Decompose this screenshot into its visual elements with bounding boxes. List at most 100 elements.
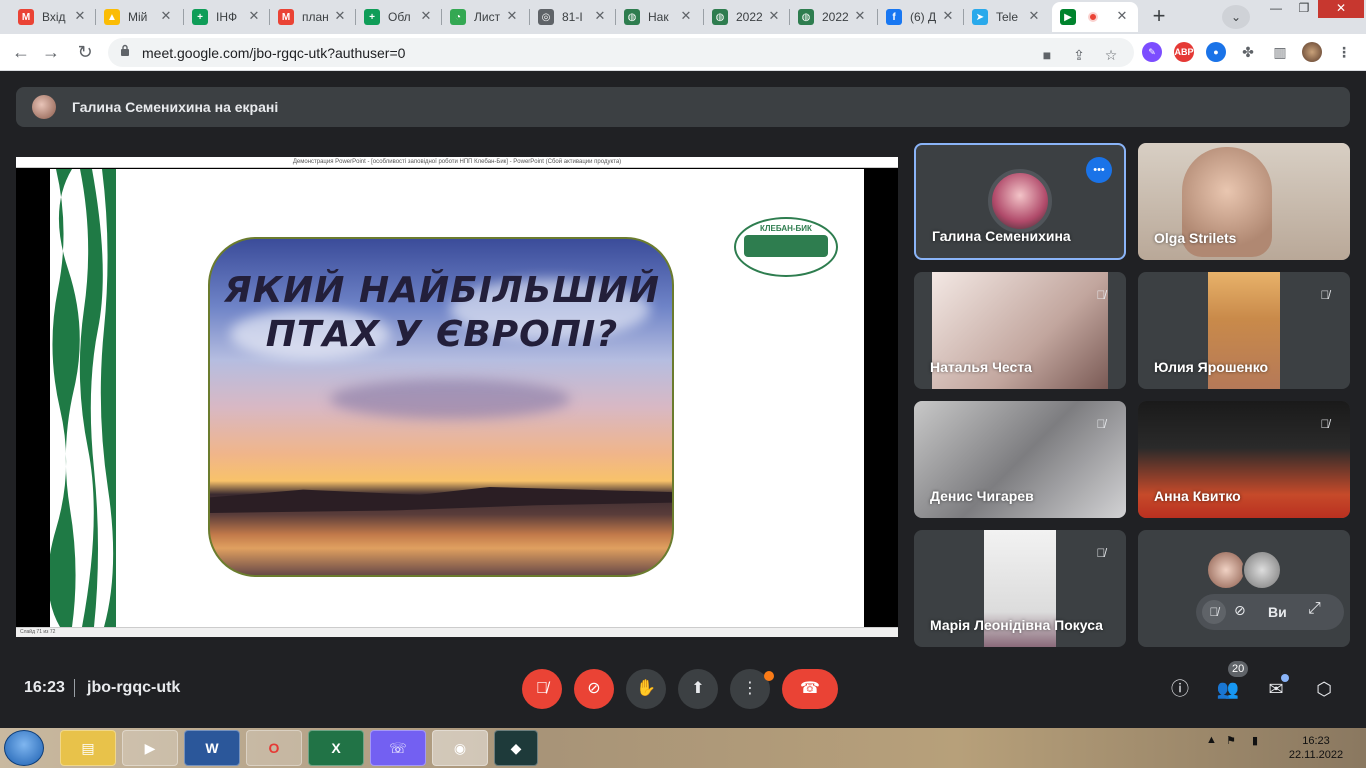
close-tab-icon[interactable]: ✕ — [940, 8, 956, 24]
recording-icon — [1088, 12, 1098, 22]
self-tile[interactable]: 🎙̸ ⊘ Ви ⤢ — [1138, 530, 1350, 647]
tray-network-icon[interactable]: ▮ — [1252, 734, 1258, 747]
chat-dot — [1281, 674, 1289, 682]
close-tab-icon[interactable]: ✕ — [1026, 8, 1042, 24]
participant-tile[interactable]: 🎙̸ Наталья Честа — [914, 272, 1126, 389]
expand-icon[interactable]: ⤢ — [1308, 600, 1321, 618]
browser-tab[interactable]: ▲ Мій ✕ — [96, 2, 182, 32]
self-mic-off-icon[interactable]: 🎙̸ — [1202, 600, 1226, 624]
browser-tab[interactable]: M Вхід ✕ — [10, 2, 96, 32]
close-tab-icon[interactable]: ✕ — [1114, 8, 1130, 24]
tab-strip: M Вхід ✕ ▲ Мій ✕ + ІНФ ✕ Mплан ✕ + Обл ✕ ◔ Лист ✕ ◎ 81-І ✕ ◍… — [0, 0, 1366, 34]
browser-tab[interactable]: f (6) Д ✕ — [878, 2, 964, 32]
close-window-button[interactable]: ✕ — [1318, 0, 1364, 18]
close-tab-icon[interactable]: ✕ — [418, 8, 434, 24]
self-camera-off-icon[interactable]: ⊘ — [1234, 602, 1246, 619]
tray-flag-icon[interactable]: ⚑ — [1226, 734, 1236, 747]
bookmark-star-icon[interactable]: ☆ — [1102, 46, 1120, 64]
browser-tab[interactable]: ◍ Нак ✕ — [616, 2, 702, 32]
tab-separator — [963, 9, 964, 25]
tab-separator — [529, 9, 530, 25]
excel-taskbar-icon[interactable]: X — [308, 730, 364, 766]
close-tab-icon[interactable]: ✕ — [766, 8, 782, 24]
participant-tile[interactable]: 🎙̸ Денис Чигарев — [914, 401, 1126, 518]
camera-icon[interactable]: ■ — [1038, 46, 1056, 64]
adblock-icon[interactable]: ABP — [1174, 42, 1194, 62]
back-button[interactable]: ← — [8, 40, 34, 64]
close-tab-icon[interactable]: ✕ — [158, 8, 174, 24]
share-icon[interactable]: ⇪ — [1070, 46, 1088, 64]
powerpoint-title-bar: Демонстрация PowerPoint - [особливості з… — [16, 157, 898, 168]
close-tab-icon[interactable]: ✕ — [332, 8, 348, 24]
shared-screen: Демонстрация PowerPoint - [особливості з… — [16, 157, 898, 637]
forward-button[interactable]: → — [38, 40, 64, 64]
tab-separator — [441, 9, 442, 25]
browser-tab[interactable]: + Обл ✕ — [356, 2, 442, 32]
self-avatar-cat — [1242, 550, 1282, 590]
browser-tab[interactable]: + ІНФ ✕ — [184, 2, 270, 32]
pen-extension-icon[interactable]: ✎ — [1142, 42, 1162, 62]
close-tab-icon[interactable]: ✕ — [504, 8, 520, 24]
browser-tab[interactable]: ◍ 2022 ✕ — [704, 2, 790, 32]
self-label: Ви — [1268, 604, 1287, 620]
clock-time: 16:23 — [1302, 735, 1330, 747]
tray-expand-icon[interactable]: ▲ — [1206, 734, 1217, 746]
new-tab-button[interactable]: + — [1145, 4, 1173, 30]
participant-tile[interactable]: 🎙̸ Юлия Ярошенко — [1138, 272, 1350, 389]
participant-name: Денис Чигарев — [930, 488, 1034, 504]
system-clock[interactable]: 16:23 22.11.2022 — [1284, 734, 1348, 762]
present-button[interactable]: ⬆ — [678, 669, 718, 709]
participant-tile[interactable]: ••• Галина Семенихина — [914, 143, 1126, 260]
word-taskbar-icon[interactable]: W — [184, 730, 240, 766]
viber-taskbar-icon[interactable]: ☏ — [370, 730, 426, 766]
activities-icon[interactable]: ⬡ — [1310, 675, 1338, 703]
mic-toggle-button[interactable]: 🎙̸ — [522, 669, 562, 709]
meet-icon: ▶ — [1060, 9, 1076, 25]
tab-favicon-icon: + — [192, 9, 208, 25]
camera-toggle-button[interactable]: ⊘ — [574, 669, 614, 709]
tab-search-button[interactable]: ⌄ — [1222, 5, 1250, 29]
reload-button[interactable]: ↻ — [72, 40, 98, 64]
close-tab-icon[interactable]: ✕ — [678, 8, 694, 24]
maximize-button[interactable]: ❐ — [1290, 0, 1318, 18]
wave-decoration — [50, 169, 116, 627]
chrome-taskbar-icon[interactable]: ◉ — [432, 730, 488, 766]
divider — [74, 679, 75, 697]
participant-tile[interactable]: 🎙̸ Марія Леонідівна Покуса — [914, 530, 1126, 647]
explorer-taskbar-icon[interactable]: ▤ — [60, 730, 116, 766]
opera-taskbar-icon[interactable]: O — [246, 730, 302, 766]
close-tab-icon[interactable]: ✕ — [72, 8, 88, 24]
media-taskbar-icon[interactable]: ▶ — [122, 730, 178, 766]
raise-hand-button[interactable]: ✋ — [626, 669, 666, 709]
browser-tab[interactable]: Mплан ✕ — [270, 2, 356, 32]
address-bar[interactable]: meet.google.com/jbo-rgqc-utk?authuser=0 … — [108, 38, 1134, 67]
extension-blue-icon[interactable]: ● — [1206, 42, 1226, 62]
question-line-2: ПТАХ У ЄВРОПІ? — [265, 314, 619, 355]
browser-tab[interactable]: ➤ Tele ✕ — [964, 2, 1050, 32]
puzzle-icon[interactable]: ✤ — [1238, 42, 1258, 62]
tab-separator — [355, 9, 356, 25]
minimize-button[interactable]: — — [1262, 0, 1290, 18]
tab-favicon-icon: + — [364, 9, 380, 25]
browser-tab[interactable]: ◔ Лист ✕ — [442, 2, 528, 32]
close-tab-icon[interactable]: ✕ — [246, 8, 262, 24]
browser-tab[interactable]: ◎ 81-І ✕ — [530, 2, 616, 32]
menu-icon[interactable]: ⋮ — [1334, 42, 1354, 62]
mic-off-icon: 🎙̸ — [1096, 288, 1106, 302]
participant-tile[interactable]: Olga Strilets — [1138, 143, 1350, 260]
participant-name: Марія Леонідівна Покуса — [930, 617, 1103, 633]
app-taskbar-icon[interactable]: ◆ — [494, 730, 538, 766]
leave-call-button[interactable]: ☎ — [782, 669, 838, 709]
start-button[interactable] — [4, 730, 44, 766]
tab-separator — [269, 9, 270, 25]
tab-meet-active[interactable]: ▶ ✕ — [1052, 2, 1138, 32]
side-panel-icon[interactable]: ▥ — [1270, 42, 1290, 62]
close-tab-icon[interactable]: ✕ — [592, 8, 608, 24]
info-icon[interactable]: ⓘ — [1166, 675, 1194, 703]
close-tab-icon[interactable]: ✕ — [852, 8, 868, 24]
browser-tab[interactable]: ◍ 2022 ✕ — [790, 2, 876, 32]
tab-favicon-icon: ◍ — [798, 9, 814, 25]
profile-avatar[interactable] — [1302, 42, 1322, 62]
participant-tile[interactable]: 🎙̸ Анна Квитко — [1138, 401, 1350, 518]
people-icon[interactable]: 👥 — [1214, 675, 1242, 703]
